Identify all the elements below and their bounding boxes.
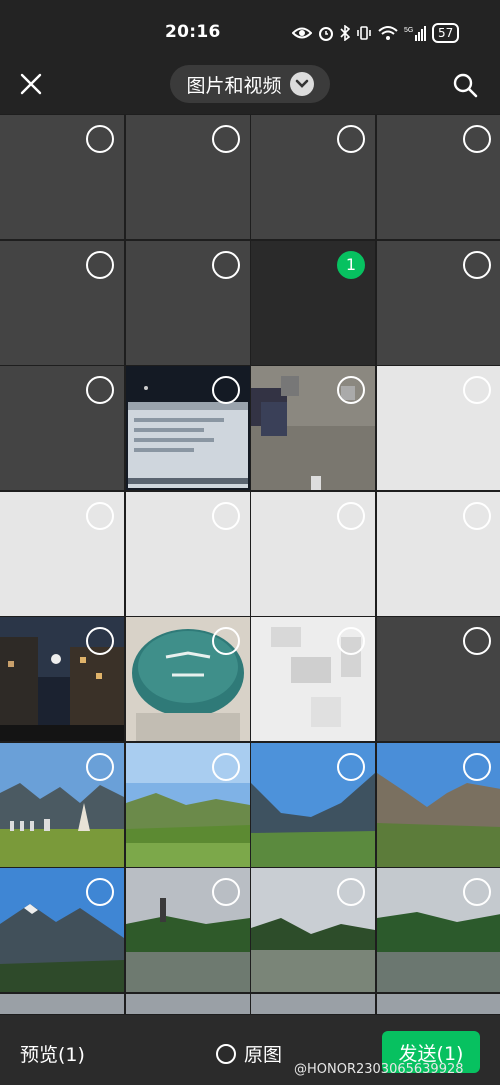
status-icons: 5G 57	[292, 22, 460, 44]
media-thumbnail[interactable]	[126, 994, 250, 1014]
media-thumbnail[interactable]	[126, 366, 250, 490]
select-circle[interactable]	[86, 376, 114, 404]
media-thumbnail[interactable]	[126, 868, 250, 992]
select-circle[interactable]	[212, 627, 240, 655]
media-thumbnail[interactable]	[251, 115, 375, 239]
select-circle[interactable]	[212, 753, 240, 781]
preview-button[interactable]: 预览(1)	[20, 1040, 85, 1067]
media-thumbnail[interactable]	[126, 743, 250, 867]
original-image-toggle[interactable]: 原图	[216, 1040, 282, 1067]
select-circle[interactable]	[337, 627, 365, 655]
media-thumbnail[interactable]	[377, 492, 500, 616]
select-circle[interactable]	[463, 251, 491, 279]
signal-icon: 5G	[404, 26, 426, 41]
select-circle[interactable]	[86, 627, 114, 655]
select-circle[interactable]	[463, 627, 491, 655]
watermark: @HONOR2303065639928	[294, 1062, 464, 1077]
select-circle[interactable]	[212, 125, 240, 153]
bluetooth-icon	[340, 25, 350, 41]
media-thumbnail[interactable]	[377, 115, 500, 239]
chevron-down-icon	[289, 72, 314, 96]
album-label: 图片和视频	[186, 74, 282, 97]
select-circle[interactable]	[212, 878, 240, 906]
select-circle[interactable]	[463, 502, 491, 530]
media-thumbnail[interactable]	[0, 743, 124, 867]
media-thumbnail[interactable]	[251, 743, 375, 867]
select-circle[interactable]	[212, 502, 240, 530]
album-selector[interactable]: 图片和视频	[170, 65, 330, 103]
thumbnail-image	[126, 994, 250, 1014]
select-circle[interactable]	[212, 251, 240, 279]
svg-text:5G: 5G	[404, 27, 413, 34]
media-thumbnail[interactable]	[0, 492, 124, 616]
media-thumbnail[interactable]	[0, 115, 124, 239]
select-circle[interactable]	[463, 878, 491, 906]
select-circle[interactable]	[86, 125, 114, 153]
media-thumbnail[interactable]	[126, 115, 250, 239]
select-circle[interactable]	[337, 502, 365, 530]
media-thumbnail[interactable]	[251, 994, 375, 1014]
media-thumbnail[interactable]	[0, 366, 124, 490]
select-circle[interactable]	[463, 376, 491, 404]
thumbnail-image	[0, 994, 124, 1014]
media-thumbnail[interactable]	[377, 868, 500, 992]
media-thumbnail[interactable]	[126, 241, 250, 365]
select-circle[interactable]	[212, 376, 240, 404]
media-thumbnail[interactable]	[377, 994, 500, 1014]
media-thumbnail[interactable]	[377, 617, 500, 741]
close-icon[interactable]	[18, 71, 44, 97]
media-thumbnail[interactable]	[126, 492, 250, 616]
vibrate-icon	[357, 26, 371, 40]
select-circle[interactable]	[86, 753, 114, 781]
select-circle[interactable]	[337, 376, 365, 404]
media-thumbnail[interactable]	[126, 617, 250, 741]
media-thumbnail[interactable]	[377, 743, 500, 867]
select-circle[interactable]	[463, 753, 491, 781]
original-label: 原图	[244, 1044, 283, 1066]
status-time: 20:16	[165, 22, 221, 42]
media-thumbnail[interactable]	[251, 868, 375, 992]
eye-icon	[292, 27, 312, 39]
select-circle[interactable]	[86, 502, 114, 530]
select-circle[interactable]	[86, 251, 114, 279]
select-circle[interactable]	[463, 125, 491, 153]
select-circle[interactable]	[86, 878, 114, 906]
thumbnail-image	[251, 994, 375, 1014]
media-thumbnail[interactable]	[377, 241, 500, 365]
wifi-icon	[378, 26, 398, 40]
media-thumbnail[interactable]	[251, 492, 375, 616]
media-thumbnail[interactable]	[0, 868, 124, 992]
media-thumbnail[interactable]: 1	[251, 241, 375, 365]
status-bar: 20:16 5G 57	[0, 0, 500, 62]
select-circle[interactable]	[337, 753, 365, 781]
media-thumbnail[interactable]	[251, 366, 375, 490]
media-thumbnail[interactable]	[0, 241, 124, 365]
media-thumbnail[interactable]	[0, 994, 124, 1014]
selection-number: 1	[345, 255, 357, 274]
media-thumbnail[interactable]	[377, 366, 500, 490]
thumbnail-image	[377, 994, 500, 1014]
alarm-icon	[319, 27, 333, 41]
media-thumbnail[interactable]	[0, 617, 124, 741]
original-radio[interactable]	[216, 1043, 236, 1064]
battery-indicator: 57	[432, 23, 460, 43]
search-icon[interactable]	[452, 72, 478, 98]
select-circle[interactable]	[337, 125, 365, 153]
media-thumbnail[interactable]	[251, 617, 375, 741]
select-circle[interactable]	[337, 878, 365, 906]
